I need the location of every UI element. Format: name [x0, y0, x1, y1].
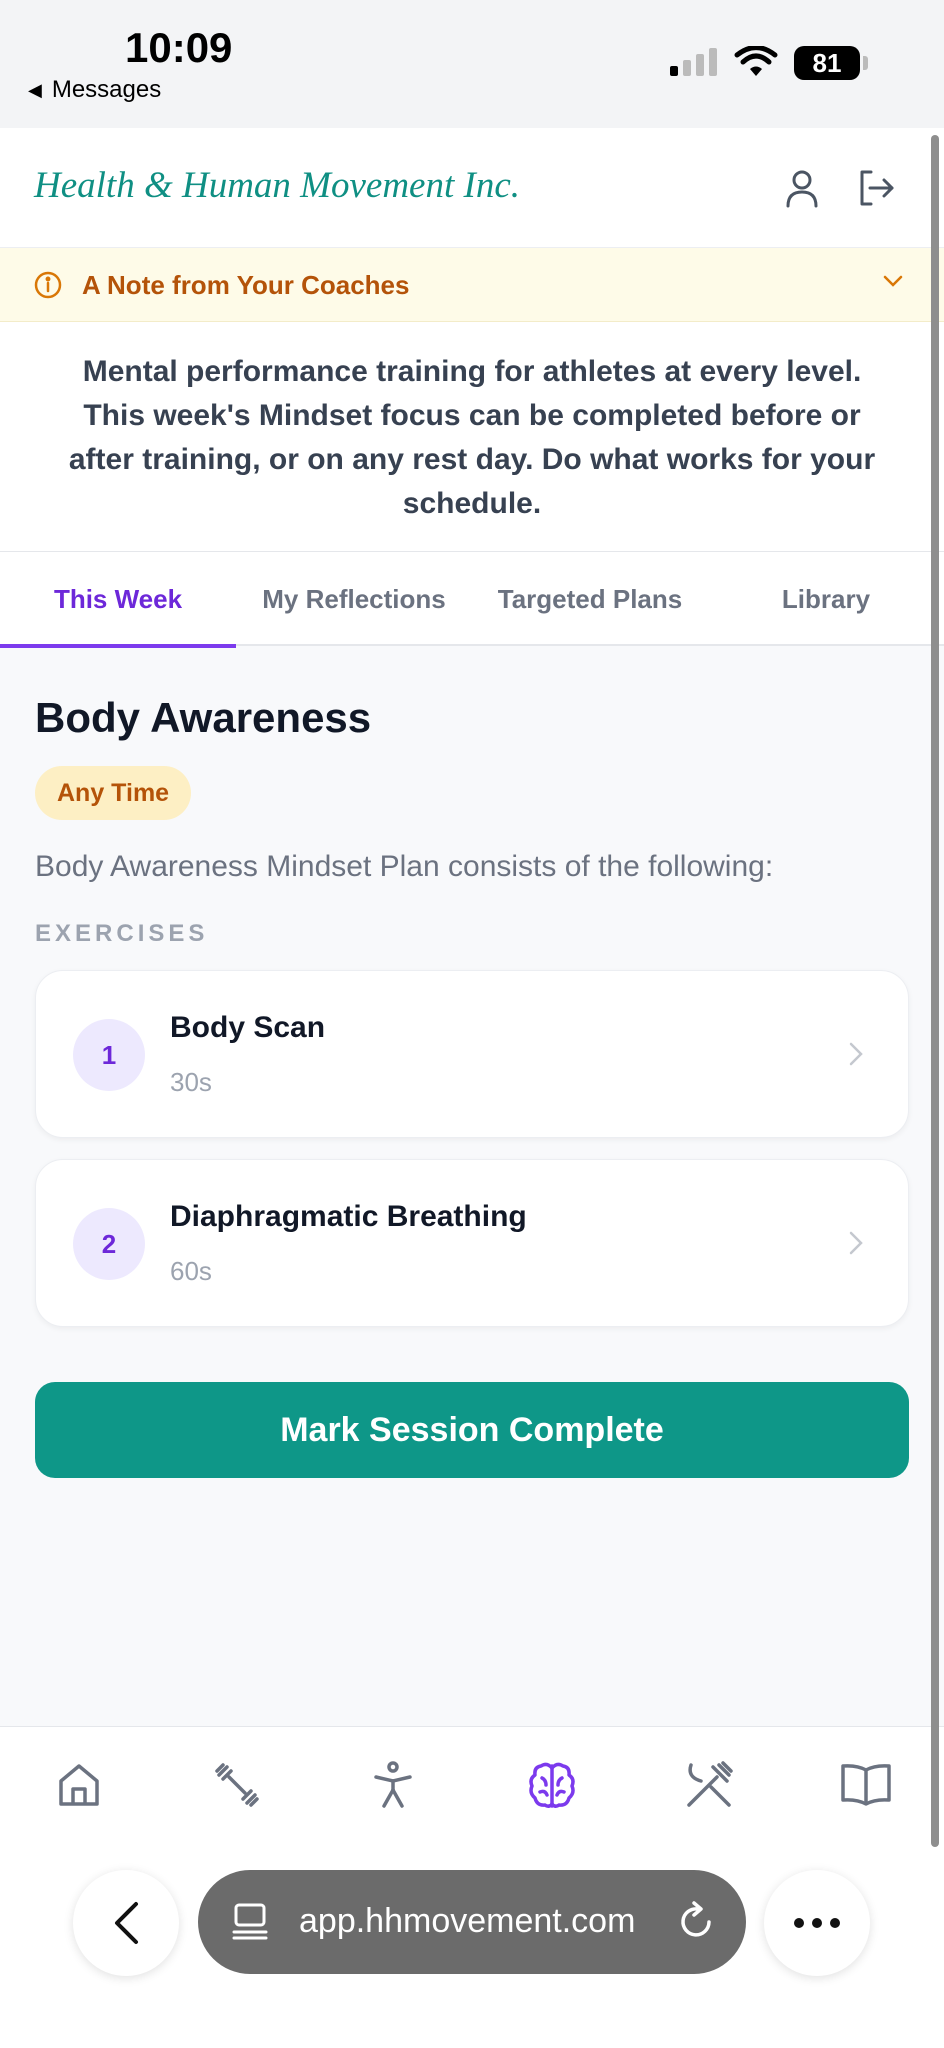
plan-title: Body Awareness: [35, 694, 372, 741]
chevron-down-icon: [883, 275, 903, 287]
nav-utensils-icon[interactable]: [681, 1757, 737, 1813]
tab-targeted-plans[interactable]: Targeted Plans: [472, 552, 708, 646]
chevron-right-icon: [849, 1231, 863, 1255]
exercises-section-label: EXERCISES: [35, 920, 209, 947]
nav-person-icon[interactable]: [365, 1757, 421, 1813]
battery-indicator: 81: [794, 46, 868, 80]
back-app-label: Messages: [51, 76, 162, 103]
address-bar[interactable]: app.hhmovement.com: [198, 1870, 746, 1974]
url-text: app.hhmovement.com: [299, 1902, 636, 1940]
exercise-duration: 60s: [170, 1256, 212, 1286]
tab-this-week[interactable]: This Week: [0, 552, 236, 648]
tab-my-reflections[interactable]: My Reflections: [236, 552, 472, 646]
timing-badge: Any Time: [35, 766, 192, 820]
info-icon: [34, 271, 62, 299]
brand-title: Health & Human Movement Inc.: [34, 165, 521, 206]
back-triangle-icon: ◀: [28, 79, 42, 100]
bottom-nav: [0, 1726, 944, 1836]
browser-more-button[interactable]: [764, 1870, 870, 1976]
status-bar: 10:09 ◀ Messages 81: [0, 0, 944, 128]
exercise-name: Body Scan: [170, 1011, 326, 1044]
exercise-card-body-scan[interactable]: 1 Body Scan 30s: [35, 970, 909, 1138]
tab-overview-icon[interactable]: [232, 1902, 268, 1940]
nav-home-icon[interactable]: [51, 1757, 107, 1813]
nav-dumbbell-icon[interactable]: [209, 1757, 265, 1813]
exercise-number: 2: [73, 1208, 145, 1280]
app-header: Health & Human Movement Inc.: [0, 128, 944, 248]
reload-icon[interactable]: [676, 1900, 716, 1942]
wifi-icon: [734, 46, 778, 76]
exercise-card-diaphragmatic-breathing[interactable]: 2 Diaphragmatic Breathing 60s: [35, 1159, 909, 1327]
logout-icon[interactable]: [856, 168, 896, 208]
exercise-duration: 30s: [170, 1067, 212, 1097]
back-to-messages[interactable]: ◀ Messages: [28, 76, 161, 104]
note-body: Mental performance training for athletes…: [0, 322, 944, 552]
plan-description: Body Awareness Mindset Plan consists of …: [35, 850, 774, 883]
exercise-number: 1: [73, 1019, 145, 1091]
browser-back-button[interactable]: [73, 1870, 179, 1976]
more-icon: [794, 1918, 840, 1928]
nav-brain-icon[interactable]: [524, 1757, 580, 1813]
status-time: 10:09: [125, 24, 233, 71]
chevron-left-icon: [115, 1902, 138, 1944]
coaches-note-toggle[interactable]: A Note from Your Coaches: [0, 248, 944, 322]
user-icon[interactable]: [784, 168, 820, 208]
exercise-name: Diaphragmatic Breathing: [170, 1200, 527, 1233]
page-scrollbar[interactable]: [931, 135, 939, 1847]
nav-book-icon[interactable]: [838, 1757, 894, 1813]
chevron-right-icon: [849, 1042, 863, 1066]
cell-signal-icon: [670, 48, 717, 76]
note-title: A Note from Your Coaches: [82, 270, 410, 300]
mark-session-complete-button[interactable]: Mark Session Complete: [35, 1382, 909, 1478]
tab-bar: This Week My Reflections Targeted Plans …: [0, 552, 944, 648]
browser-toolbar: app.hhmovement.com: [0, 1836, 944, 2048]
tab-library[interactable]: Library: [708, 552, 944, 646]
